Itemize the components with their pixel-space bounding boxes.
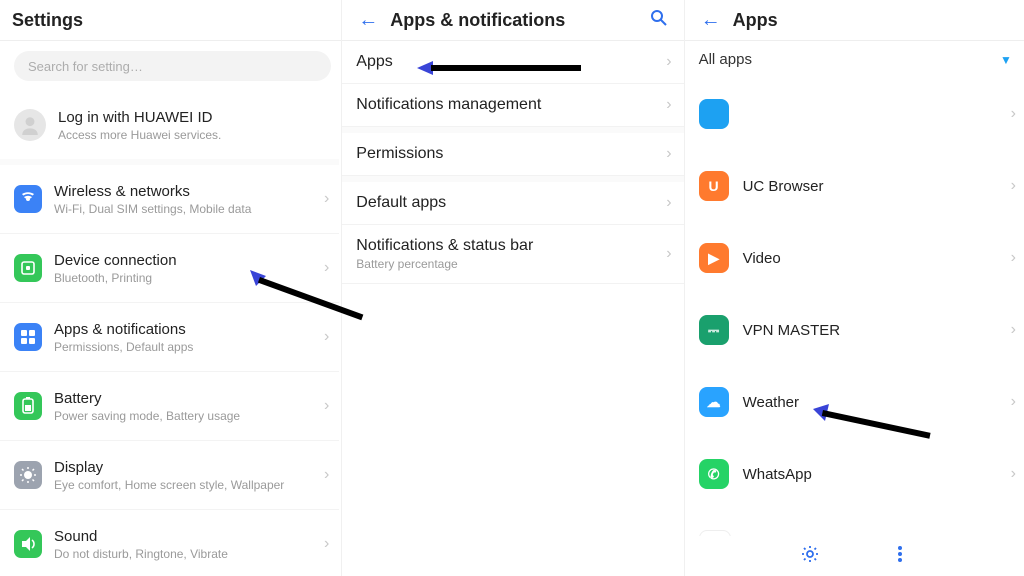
chevron-right-icon: › (1011, 105, 1016, 123)
sublabel: Eye comfort, Home screen style, Wallpape… (54, 478, 312, 492)
app-weather[interactable]: ☁ Weather › (685, 366, 1024, 438)
settings-battery[interactable]: Battery Power saving mode, Battery usage › (0, 372, 339, 441)
pane2-header: ← Apps & notifications (342, 0, 683, 41)
apps-pane: ← Apps All apps ▼ › U UC Browser › ▶ Video › ⎓ V… (685, 0, 1024, 576)
label: Device connection (54, 252, 312, 269)
label: Wireless & networks (54, 183, 312, 200)
p2-apps[interactable]: Apps› (342, 41, 683, 84)
search-icon[interactable] (646, 5, 672, 36)
sublabel: Wi-Fi, Dual SIM settings, Mobile data (54, 202, 312, 216)
chevron-right-icon: › (324, 397, 329, 415)
huawei-id-label: Log in with HUAWEI ID (58, 109, 329, 126)
sublabel: Bluetooth, Printing (54, 271, 312, 285)
app-whatsapp[interactable]: ✆ WhatsApp › (685, 438, 1024, 510)
avatar-icon (14, 109, 46, 141)
p2-notif-mgmt[interactable]: Notifications management› (342, 84, 683, 127)
app-label: VPN MASTER (743, 322, 997, 339)
label: Sound (54, 528, 312, 545)
chevron-right-icon: › (666, 145, 671, 163)
chevron-right-icon: › (324, 259, 329, 277)
whatsapp-icon: ✆ (699, 459, 729, 489)
label: Apps (356, 53, 666, 71)
label: Battery (54, 390, 312, 407)
chevron-right-icon: › (1011, 321, 1016, 339)
uc-icon: U (699, 171, 729, 201)
settings-wireless[interactable]: Wireless & networks Wi-Fi, Dual SIM setti… (0, 165, 339, 234)
pane1-header: Settings (0, 0, 341, 41)
settings-display[interactable]: Display Eye comfort, Home screen style, W… (0, 441, 339, 510)
back-icon[interactable]: ← (697, 5, 725, 36)
chevron-right-icon: › (1011, 177, 1016, 195)
settings-sound[interactable]: Sound Do not disturb, Ringtone, Vibrate › (0, 510, 339, 576)
apps-icon (14, 323, 42, 351)
app-twitter[interactable]: › (685, 78, 1024, 150)
chevron-right-icon: › (666, 194, 671, 212)
huawei-id-row[interactable]: Log in with HUAWEI ID Access more Huawei… (0, 91, 339, 159)
app-label: Weather (743, 394, 997, 411)
dropdown-label: All apps (699, 51, 752, 68)
wireless-icon (14, 185, 42, 213)
label: Default apps (356, 194, 666, 212)
settings-device[interactable]: Device connection Bluetooth, Printing › (0, 234, 339, 303)
sublabel: Power saving mode, Battery usage (54, 409, 312, 423)
chevron-right-icon: › (324, 190, 329, 208)
p2-notif-status[interactable]: Notifications & status bar Battery percen… (342, 225, 683, 284)
device-icon (14, 254, 42, 282)
app-vpn[interactable]: ⎓ VPN MASTER › (685, 294, 1024, 366)
app-label: WhatsApp (743, 466, 997, 483)
chevron-right-icon: › (1011, 465, 1016, 483)
vpn-icon: ⎓ (699, 315, 729, 345)
sublabel: Battery percentage (356, 257, 666, 271)
chevron-right-icon: › (666, 53, 671, 71)
chevron-right-icon: › (324, 328, 329, 346)
label: Permissions (356, 145, 666, 163)
pane2-title: Apps & notifications (390, 10, 565, 31)
p2-default-apps[interactable]: Default apps› (342, 182, 683, 225)
back-icon[interactable]: ← (354, 5, 382, 36)
search-placeholder: Search for setting… (28, 59, 143, 74)
p2-permissions[interactable]: Permissions› (342, 133, 683, 176)
app-xender[interactable]: Xender› (685, 510, 1024, 536)
settings-scroll[interactable]: Search for setting… Log in with HUAWEI I… (0, 41, 339, 576)
label: Notifications & status bar (356, 237, 666, 255)
label: Display (54, 459, 312, 476)
more-icon[interactable] (890, 544, 910, 569)
sound-icon (14, 530, 42, 558)
apps-notifications-pane: ← Apps & notifications Apps›Notification… (342, 0, 684, 576)
battery-icon (14, 392, 42, 420)
app-label: Video (743, 250, 997, 267)
video-icon: ▶ (699, 243, 729, 273)
apps-scroll[interactable]: › U UC Browser › ▶ Video › ⎓ VPN MASTER › ☁ Weather… (685, 78, 1024, 536)
sublabel: Do not disturb, Ringtone, Vibrate (54, 547, 312, 561)
app-uc[interactable]: U UC Browser › (685, 150, 1024, 222)
chevron-right-icon: › (324, 466, 329, 484)
weather-icon: ☁ (699, 387, 729, 417)
chevron-right-icon: › (1011, 249, 1016, 267)
gear-icon[interactable] (800, 544, 820, 569)
pane3-title: Apps (733, 10, 778, 31)
dropdown-icon: ▼ (1000, 53, 1012, 67)
app-video[interactable]: ▶ Video › (685, 222, 1024, 294)
chevron-right-icon: › (324, 535, 329, 553)
settings-list: Wireless & networks Wi-Fi, Dual SIM setti… (0, 165, 339, 576)
settings-apps[interactable]: Apps & notifications Permissions, Default… (0, 303, 339, 372)
huawei-id-sub: Access more Huawei services. (58, 128, 329, 142)
sublabel: Permissions, Default apps (54, 340, 312, 354)
settings-pane: Settings Search for setting… Log in with… (0, 0, 342, 576)
settings-search[interactable]: Search for setting… (14, 51, 331, 81)
bottom-bar (685, 536, 1024, 576)
chevron-right-icon: › (666, 245, 671, 263)
twitter-icon (699, 99, 729, 129)
display-icon (14, 461, 42, 489)
all-apps-dropdown[interactable]: All apps ▼ (685, 41, 1024, 78)
label: Apps & notifications (54, 321, 312, 338)
chevron-right-icon: › (1011, 393, 1016, 411)
chevron-right-icon: › (666, 96, 671, 114)
settings-title: Settings (12, 10, 83, 31)
pane3-header: ← Apps (685, 0, 1024, 41)
pane2-scroll[interactable]: Apps›Notifications management›Permission… (342, 41, 683, 576)
app-label: UC Browser (743, 178, 997, 195)
label: Notifications management (356, 96, 666, 114)
